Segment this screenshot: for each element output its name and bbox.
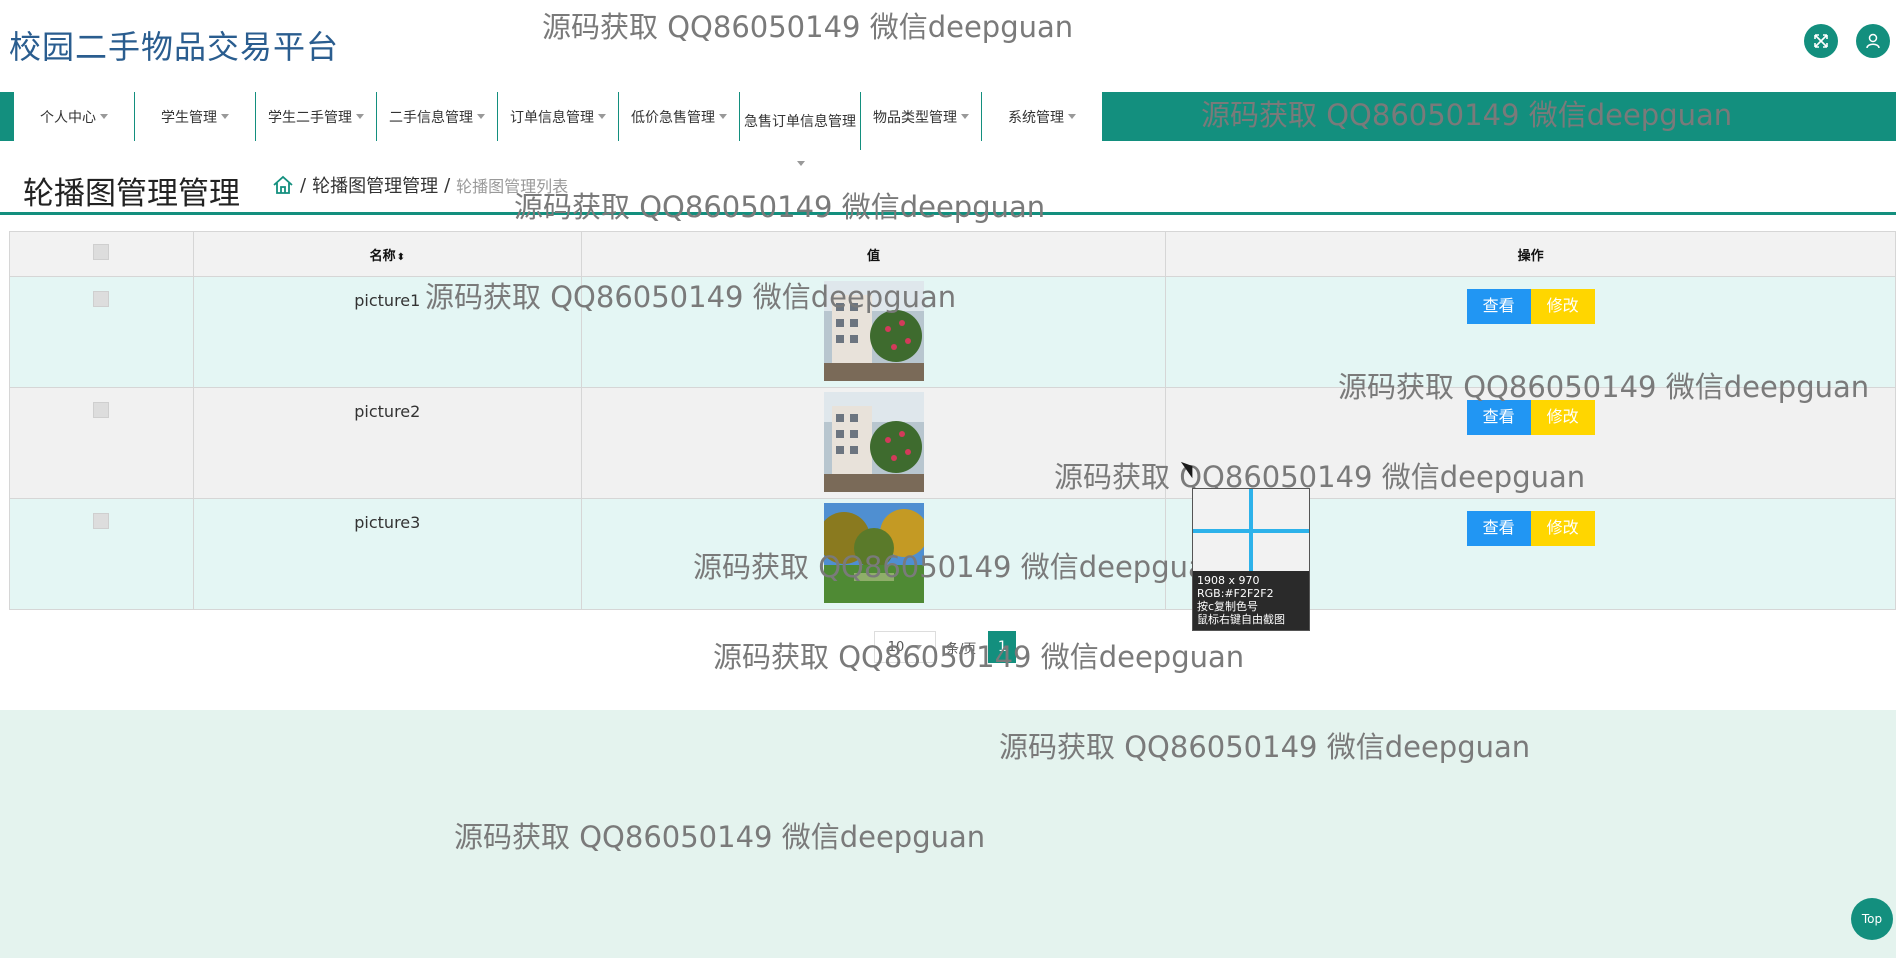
column-header-value: 值 xyxy=(580,231,1167,277)
site-title: 校园二手物品交易平台 xyxy=(9,28,340,66)
row-checkbox[interactable] xyxy=(93,402,110,418)
picker-hint-screenshot: 鼠标右键自由截图 xyxy=(1197,613,1285,626)
chevron-down-icon xyxy=(221,114,229,119)
cell-name: picture3 xyxy=(192,498,582,610)
title-divider xyxy=(0,212,1896,215)
column-header-actions: 操作 xyxy=(1165,231,1896,277)
header: 校园二手物品交易平台 xyxy=(0,0,1896,92)
table-row: picture3 查看 修改 xyxy=(9,498,1896,610)
picker-rgb: RGB:#F2F2F2 xyxy=(1197,587,1274,600)
table-row: picture2 查看 修改 xyxy=(9,387,1896,499)
home-icon[interactable] xyxy=(272,175,294,195)
edit-button[interactable]: 修改 xyxy=(1530,289,1595,324)
page-size-label: 条/页 xyxy=(946,641,977,657)
sort-icon[interactable]: ⬍ xyxy=(397,252,405,263)
footer xyxy=(0,710,1896,958)
campus-building-thumbnail xyxy=(823,281,924,381)
color-picker-tooltip: 1908 x 970 RGB:#F2F2F2 按c复制色号 鼠标右键自由截图 xyxy=(1192,488,1310,631)
cell-name: picture1 xyxy=(192,276,582,388)
page-number-current[interactable]: 1 xyxy=(988,631,1017,663)
carousel-table: 名称⬍ 值 操作 picture1 查看 修改 picture2 查看 修改 p… xyxy=(9,231,1896,610)
user-button[interactable] xyxy=(1856,24,1890,58)
breadcrumb-current: 轮播图管理列表 xyxy=(456,177,569,196)
campus-building-thumbnail xyxy=(823,392,924,492)
select-all-checkbox[interactable] xyxy=(93,244,110,260)
chevron-down-icon xyxy=(477,114,485,119)
chevron-down-icon xyxy=(719,114,727,119)
nav-item-personal-center[interactable]: 个人中心 xyxy=(14,92,135,141)
chevron-down-icon xyxy=(961,114,969,119)
fullscreen-button[interactable] xyxy=(1804,24,1838,58)
picker-size: 1908 x 970 xyxy=(1197,574,1260,587)
breadcrumb-separator: / xyxy=(444,174,451,196)
breadcrumb: / 轮播图管理管理 / 轮播图管理列表 xyxy=(272,172,568,198)
chevron-down-icon xyxy=(1068,114,1076,119)
edit-button[interactable]: 修改 xyxy=(1530,511,1595,546)
edit-button[interactable]: 修改 xyxy=(1530,400,1595,435)
view-button[interactable]: 查看 xyxy=(1466,400,1531,435)
breadcrumb-separator: / xyxy=(300,174,307,196)
nav-item-secondhand-info[interactable]: 二手信息管理 xyxy=(377,92,498,141)
campus-garden-thumbnail xyxy=(823,503,924,603)
nav-item-student[interactable]: 学生管理 xyxy=(135,92,256,141)
pagination: 10 条/页 1 xyxy=(874,631,1017,663)
nav-item-urgent-order[interactable]: 急售订单信息管理 xyxy=(740,92,861,150)
cell-name: picture2 xyxy=(192,387,582,499)
zoom-preview xyxy=(1193,489,1309,571)
breadcrumb-level1[interactable]: 轮播图管理管理 xyxy=(312,172,438,198)
nav-item-system[interactable]: 系统管理 xyxy=(982,92,1103,141)
nav-item-item-type[interactable]: 物品类型管理 xyxy=(861,92,982,141)
chevron-down-icon xyxy=(797,161,805,166)
nav-item-lowprice-sale[interactable]: 低价急售管理 xyxy=(619,92,740,141)
chevron-down-icon xyxy=(356,114,364,119)
page-title: 轮播图管理管理 xyxy=(23,176,240,212)
row-checkbox[interactable] xyxy=(93,513,110,529)
table-row: picture1 查看 修改 xyxy=(9,276,1896,388)
chevron-down-icon xyxy=(598,114,606,119)
chevron-down-icon xyxy=(100,114,108,119)
view-button[interactable]: 查看 xyxy=(1466,511,1531,546)
view-button[interactable]: 查看 xyxy=(1466,289,1531,324)
back-to-top-button[interactable]: Top xyxy=(1851,898,1893,940)
nav-item-student-secondhand[interactable]: 学生二手管理 xyxy=(256,92,377,141)
table-header-row: 名称⬍ 值 操作 xyxy=(9,231,1896,277)
expand-icon xyxy=(1814,34,1828,48)
column-header-name[interactable]: 名称⬍ xyxy=(192,231,582,277)
nav-item-order-info[interactable]: 订单信息管理 xyxy=(498,92,619,141)
row-checkbox[interactable] xyxy=(93,291,110,307)
chevron-down-icon xyxy=(914,644,923,650)
picker-hint-copy: 按c复制色号 xyxy=(1197,600,1259,613)
user-icon xyxy=(1866,33,1880,49)
watermark-text: 源码获取 QQ86050149 微信deepguan xyxy=(514,190,1046,224)
main-nav: 个人中心 学生管理 学生二手管理 二手信息管理 订单信息管理 低价急售管理 急售… xyxy=(0,92,1896,150)
page-size-select[interactable]: 10 xyxy=(874,631,936,663)
